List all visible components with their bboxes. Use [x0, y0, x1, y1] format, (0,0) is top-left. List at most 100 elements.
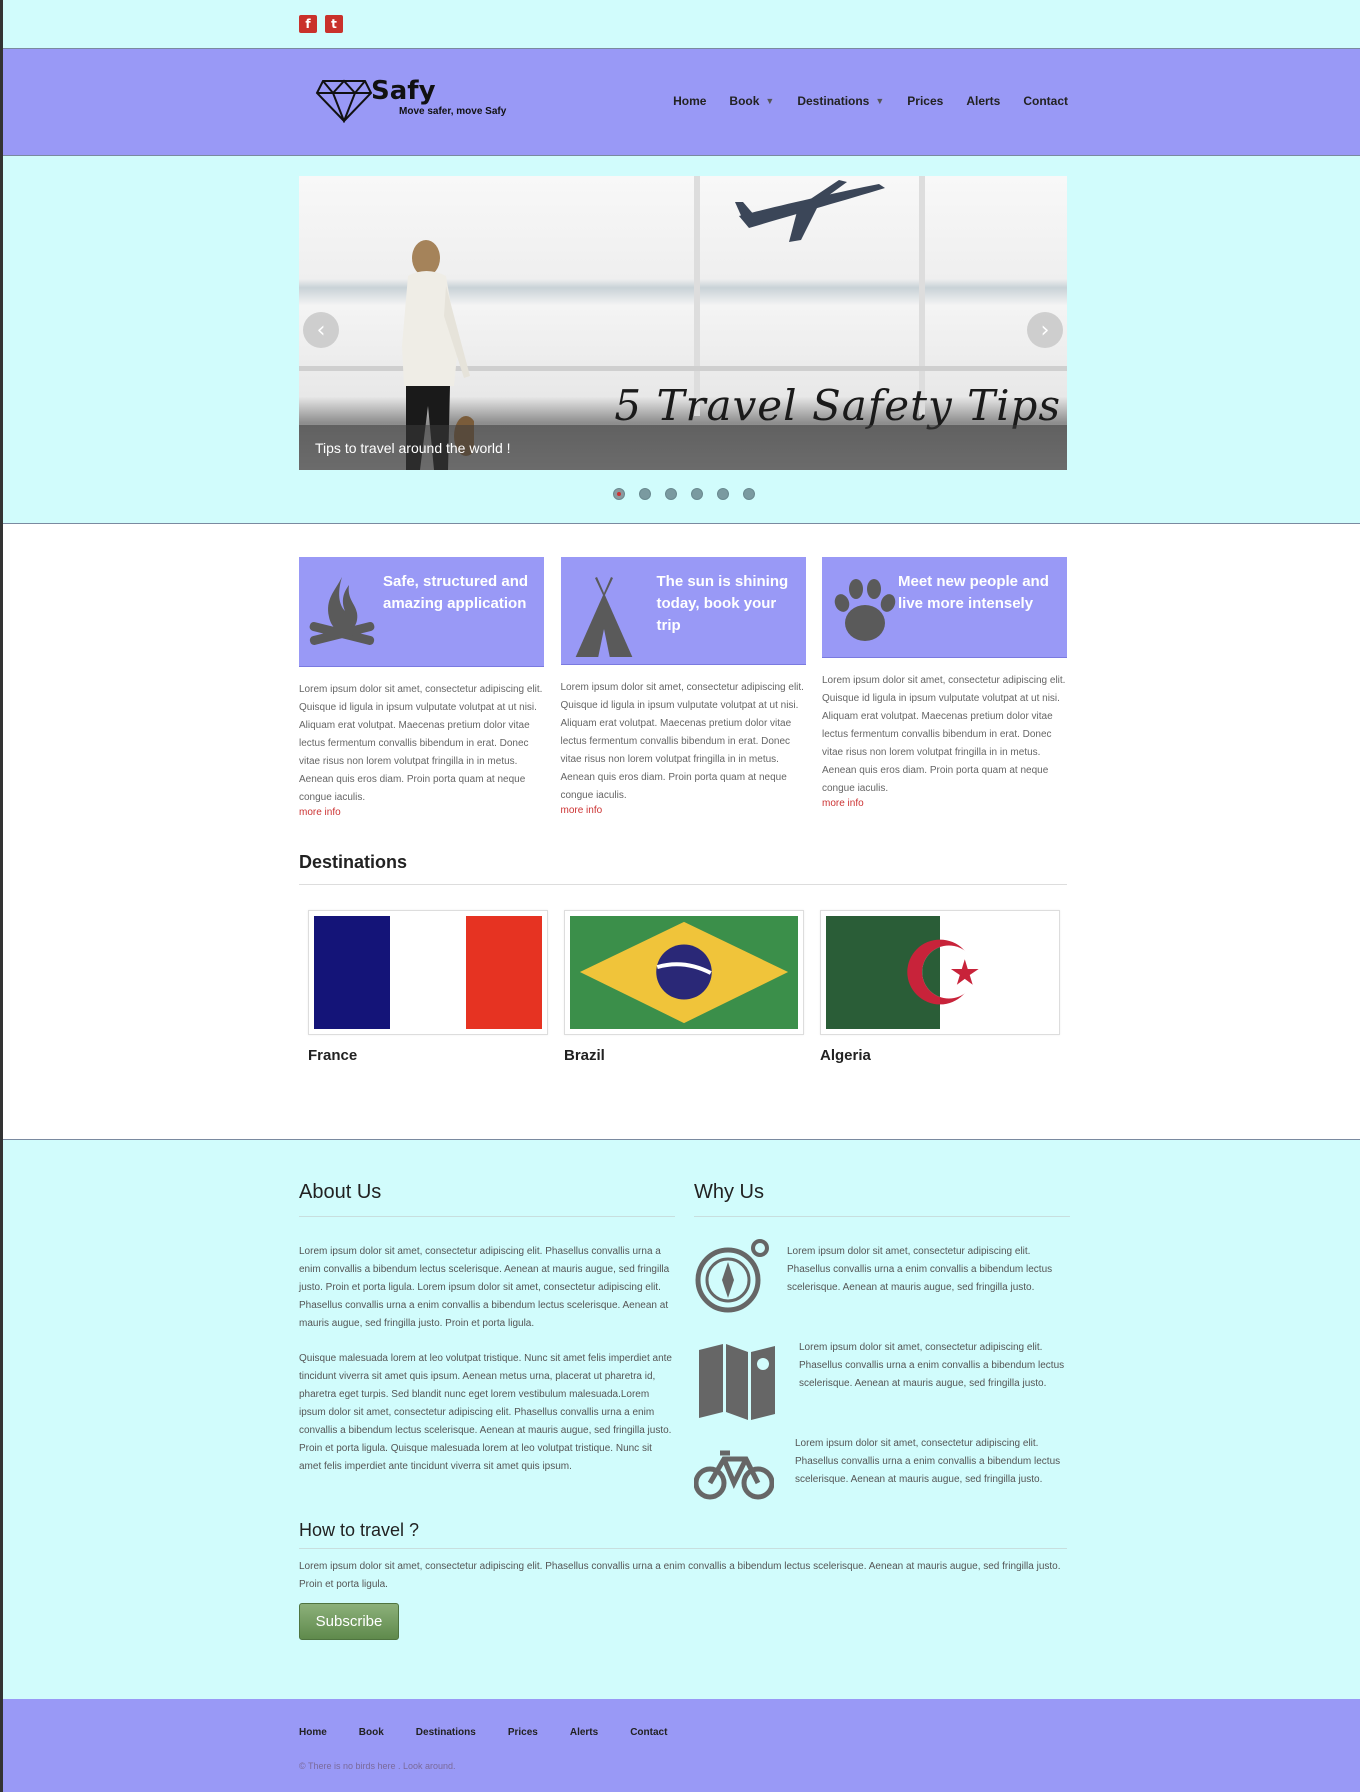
site-footer: Home Book Destinations Prices Alerts Con…	[3, 1699, 1360, 1792]
how-heading: How to travel ?	[299, 1520, 420, 1540]
hero-slide: 5 Travel Safety Tips Tips to travel arou…	[299, 176, 1067, 470]
slider-dot[interactable]	[613, 488, 625, 500]
flag-card	[308, 910, 548, 1035]
chevron-down-icon: ▼	[765, 96, 775, 106]
divider	[299, 884, 1067, 885]
chevron-right-icon: ›	[1040, 317, 1050, 343]
slider-dot[interactable]	[665, 488, 677, 500]
nav-label: Prices	[907, 94, 944, 108]
nav-prices[interactable]: Prices	[907, 94, 943, 108]
more-info-link[interactable]: more info	[561, 805, 806, 816]
destination-name: France	[308, 1047, 358, 1064]
why-text: Lorem ipsum dolor sit amet, consectetur …	[799, 1342, 1065, 1389]
window-frame	[694, 176, 700, 416]
airplane-icon	[735, 180, 885, 242]
feature-title: Safe, structured and amazing application	[383, 573, 529, 612]
nav-alerts[interactable]: Alerts	[966, 94, 1000, 108]
about-heading: About Us	[299, 1181, 382, 1203]
feature-header: Safe, structured and amazing application	[299, 557, 544, 667]
tent-icon	[575, 577, 632, 657]
paw-icon	[834, 579, 896, 641]
feature-card: Meet new people and live more intensely …	[822, 557, 1067, 818]
destination-card[interactable]: France	[308, 910, 548, 1064]
about-paragraph: Quisque malesuada lorem at leo volutpat …	[299, 1353, 672, 1472]
footer-link-alerts[interactable]: Alerts	[570, 1727, 598, 1738]
copyright: © There is no birds here . Look around.	[299, 1761, 456, 1771]
facebook-icon[interactable]: f	[299, 15, 317, 33]
more-info-link[interactable]: more info	[822, 798, 1067, 809]
next-slide-button[interactable]: ›	[1027, 312, 1063, 348]
feature-text: Lorem ipsum dolor sit amet, consectetur …	[560, 682, 804, 801]
feature-header: The sun is shining today, book your trip	[560, 557, 806, 665]
france-flag	[314, 916, 542, 1029]
slider-dot[interactable]	[691, 488, 703, 500]
footer-link-book[interactable]: Book	[359, 1727, 384, 1738]
divider	[299, 1216, 675, 1217]
destinations-heading: Destinations	[299, 852, 408, 872]
window-frame	[919, 176, 925, 416]
nav-label: Book	[729, 94, 760, 108]
slider-dots	[613, 488, 755, 500]
how-text: Lorem ipsum dolor sit amet, consectetur …	[299, 1561, 1061, 1590]
feature-header: Meet new people and live more intensely	[822, 557, 1067, 658]
feature-card: The sun is shining today, book your trip…	[560, 557, 806, 818]
footer-nav: Home Book Destinations Prices Alerts Con…	[299, 1727, 667, 1738]
campfire-icon	[309, 577, 375, 645]
divider	[299, 1548, 1067, 1549]
subscribe-button[interactable]: Subscribe	[299, 1603, 399, 1640]
logo-name: Safy	[371, 76, 436, 106]
feature-text: Lorem ipsum dolor sit amet, consectetur …	[299, 684, 543, 803]
nav-book[interactable]: Book ▼	[729, 94, 774, 108]
footer-link-home[interactable]: Home	[299, 1727, 327, 1738]
footer-link-contact[interactable]: Contact	[630, 1727, 667, 1738]
footer-link-prices[interactable]: Prices	[508, 1727, 538, 1738]
about-section: About Us Lorem ipsum dolor sit amet, con…	[3, 1139, 1360, 1699]
more-info-link[interactable]: more info	[299, 807, 544, 818]
destination-card[interactable]: Algeria	[820, 910, 1060, 1064]
footer-link-destinations[interactable]: Destinations	[416, 1727, 476, 1738]
compass-icon	[695, 1239, 769, 1313]
hero-section: 5 Travel Safety Tips Tips to travel arou…	[3, 156, 1360, 524]
nav-label: Destinations	[797, 94, 870, 108]
chevron-left-icon: ‹	[316, 317, 326, 343]
nav-home[interactable]: Home	[673, 94, 706, 108]
prev-slide-button[interactable]: ‹	[303, 312, 339, 348]
social-links: f t	[299, 15, 343, 33]
slide-caption: Tips to travel around the world !	[315, 440, 511, 456]
destinations-list: France Brazil Algeria	[308, 910, 1060, 1064]
logo[interactable]: Safy Move safer, move Safy	[315, 77, 506, 123]
slider-dot[interactable]	[717, 488, 729, 500]
feature-text: Lorem ipsum dolor sit amet, consectetur …	[822, 675, 1066, 794]
twitter-icon[interactable]: t	[325, 15, 343, 33]
main-nav: Home Book ▼ Destinations ▼ Prices Alerts C…	[673, 94, 1068, 108]
feature-card: Safe, structured and amazing application…	[299, 557, 544, 818]
slider-dot[interactable]	[743, 488, 755, 500]
flag-card	[564, 910, 804, 1035]
feature-title: The sun is shining today, book your trip	[656, 573, 789, 634]
features: Safe, structured and amazing application…	[299, 557, 1067, 818]
top-bar	[3, 0, 1360, 49]
nav-label: Home	[673, 94, 707, 108]
destination-card[interactable]: Brazil	[564, 910, 804, 1064]
bicycle-icon	[694, 1450, 774, 1500]
algeria-flag	[826, 916, 1054, 1029]
why-heading: Why Us	[694, 1181, 764, 1203]
nav-contact[interactable]: Contact	[1023, 94, 1068, 108]
destination-name: Algeria	[820, 1047, 871, 1064]
nav-destinations[interactable]: Destinations ▼	[797, 94, 884, 108]
feature-title: Meet new people and live more intensely	[898, 573, 1049, 612]
map-icon	[699, 1344, 775, 1420]
why-text: Lorem ipsum dolor sit amet, consectetur …	[795, 1438, 1061, 1485]
flag-card	[820, 910, 1060, 1035]
slider-dot[interactable]	[639, 488, 651, 500]
destination-name: Brazil	[564, 1047, 605, 1064]
nav-label: Contact	[1023, 94, 1068, 108]
slide-title: 5 Travel Safety Tips	[614, 381, 1061, 430]
logo-tagline: Move safer, move Safy	[399, 106, 507, 117]
why-text: Lorem ipsum dolor sit amet, consectetur …	[787, 1246, 1053, 1293]
brazil-flag	[570, 916, 798, 1029]
about-paragraph: Lorem ipsum dolor sit amet, consectetur …	[299, 1246, 670, 1329]
site-header: Safy Move safer, move Safy Home Book ▼ De…	[3, 49, 1360, 156]
diamond-icon	[315, 79, 373, 123]
chevron-down-icon: ▼	[875, 96, 885, 106]
